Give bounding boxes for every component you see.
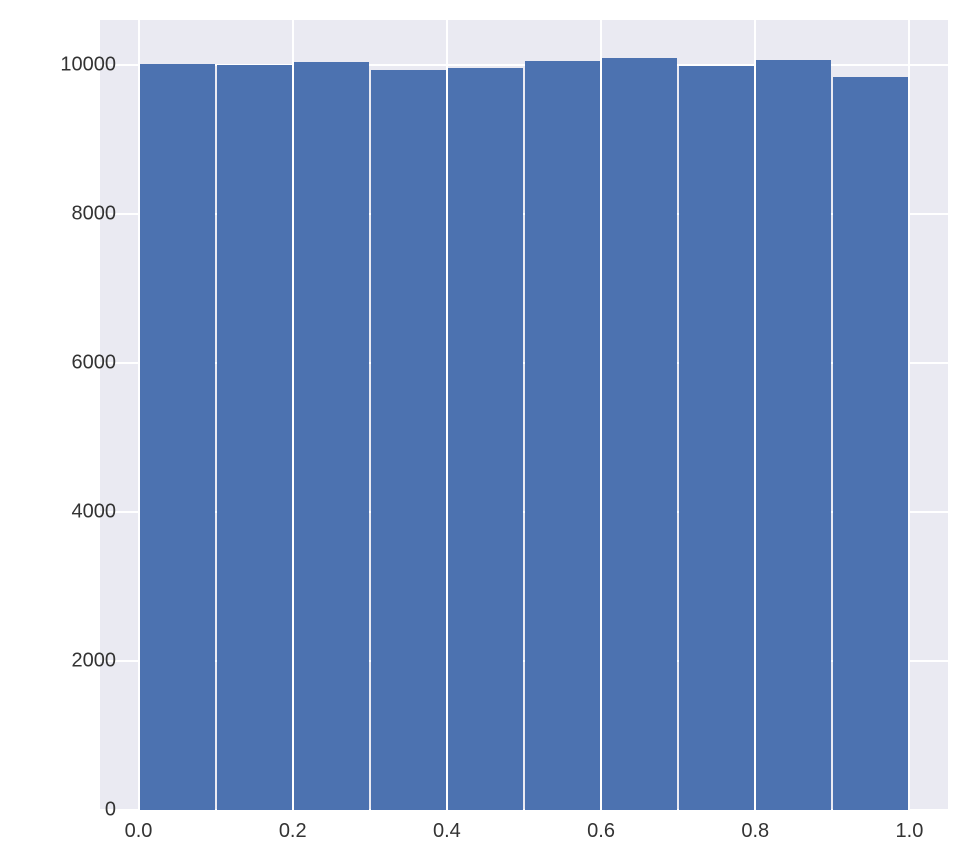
chart-plot-area (100, 20, 948, 810)
histogram-bar (294, 62, 369, 810)
histogram-bar (448, 68, 523, 810)
histogram-bar (833, 77, 908, 810)
histogram-bar (679, 66, 754, 810)
y-tick-label: 2000 (36, 649, 116, 672)
x-tick-label: 1.0 (879, 820, 939, 843)
y-tick-label: 0 (36, 799, 116, 822)
grid-line-vertical (908, 20, 910, 810)
y-tick-label: 8000 (36, 202, 116, 225)
histogram-bar (602, 58, 677, 810)
x-tick-label: 0.4 (417, 820, 477, 843)
histogram-bar (140, 64, 215, 810)
plot-area (100, 20, 948, 810)
x-tick-label: 0.0 (109, 820, 169, 843)
histogram-bar (756, 60, 831, 810)
y-tick-label: 6000 (36, 351, 116, 374)
x-tick-label: 0.6 (571, 820, 631, 843)
histogram-bar (525, 61, 600, 810)
x-tick-label: 0.8 (725, 820, 785, 843)
histogram-bar (371, 70, 446, 810)
y-tick-label: 4000 (36, 500, 116, 523)
x-tick-label: 0.2 (263, 820, 323, 843)
y-tick-label: 10000 (36, 53, 116, 76)
histogram-bar (217, 65, 292, 810)
